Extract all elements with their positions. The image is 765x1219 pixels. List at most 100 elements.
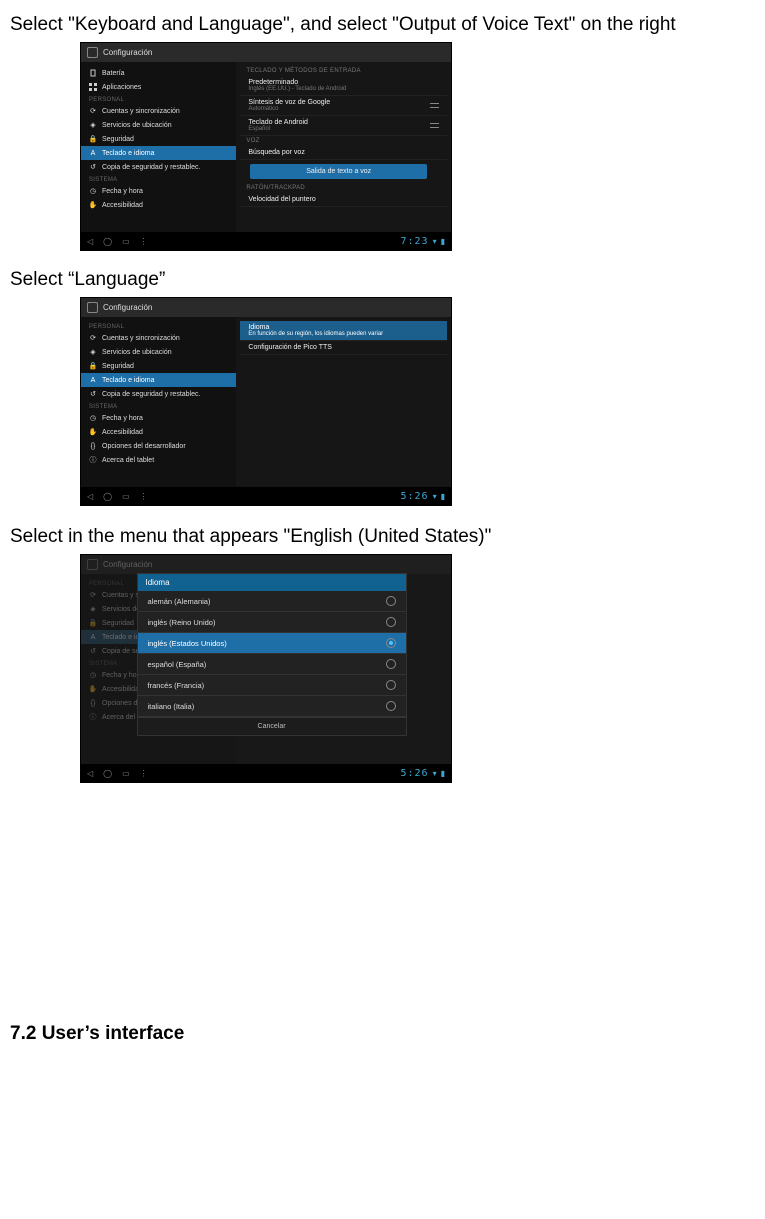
setting-label: Síntesis de voz de Google <box>248 99 330 106</box>
setting-tts-output[interactable]: Salida de texto a voz <box>250 164 427 179</box>
sidebar-item-about[interactable]: ⓘAcerca del tablet <box>81 453 236 467</box>
battery-status-icon: ▮ <box>441 492 445 501</box>
window-titlebar: Configuración <box>81 43 451 62</box>
sliders-icon[interactable] <box>430 121 439 130</box>
window-titlebar: Configuración <box>81 555 451 574</box>
radio-icon <box>386 701 396 711</box>
setting-pico-tts[interactable]: Configuración de Pico TTS <box>240 341 447 355</box>
menu-icon[interactable]: ⋮ <box>140 237 148 246</box>
sidebar-item-location[interactable]: ◈ Servicios de ubicación <box>81 118 236 132</box>
settings-icon <box>87 559 98 570</box>
back-icon[interactable]: ◁ <box>87 237 93 246</box>
recent-icon[interactable]: ▭ <box>122 492 130 501</box>
lock-icon: 🔒 <box>89 619 97 627</box>
clock-readout: 5:26 <box>400 768 428 779</box>
sidebar-item-developer[interactable]: {}Opciones del desarrollador <box>81 439 236 453</box>
language-option-german[interactable]: alemán (Alemania) <box>138 591 406 612</box>
language-option-english-us[interactable]: inglés (Estados Unidos) <box>138 633 406 654</box>
recent-icon[interactable]: ▭ <box>122 769 130 778</box>
setting-google-voice[interactable]: Síntesis de voz de Google Automático <box>240 96 447 116</box>
keyboard-icon: A <box>89 376 97 384</box>
setting-default-keyboard[interactable]: Predeterminado Inglés (EE.UU.) - Teclado… <box>240 76 447 96</box>
window-titlebar: Configuración <box>81 298 451 317</box>
setting-pointer-speed[interactable]: Velocidad del puntero <box>240 193 447 207</box>
language-option-french[interactable]: francés (Francia) <box>138 675 406 696</box>
sidebar-item-accessibility[interactable]: ✋Accesibilidad <box>81 425 236 439</box>
sidebar-item-security[interactable]: 🔒Seguridad <box>81 359 236 373</box>
sidebar-item-backup[interactable]: ↺ Copia de seguridad y restablec. <box>81 160 236 174</box>
sidebar-item-language[interactable]: ATeclado e idioma <box>81 373 236 387</box>
setting-label: Búsqueda por voz <box>248 149 304 156</box>
lock-icon: 🔒 <box>89 135 97 143</box>
window-title: Configuración <box>103 48 152 57</box>
dev-icon: {} <box>89 699 97 707</box>
home-icon[interactable]: ◯ <box>103 769 112 778</box>
setting-android-keyboard[interactable]: Teclado de Android Español <box>240 116 447 136</box>
sync-icon: ⟳ <box>89 107 97 115</box>
sidebar-category-system: SISTEMA <box>81 174 236 184</box>
hand-icon: ✋ <box>89 685 97 693</box>
sidebar-item-apps[interactable]: Aplicaciones <box>81 80 236 94</box>
setting-sublabel: Inglés (EE.UU.) - Teclado de Android <box>248 86 346 92</box>
option-label: español (España) <box>148 660 207 669</box>
language-option-english-uk[interactable]: inglés (Reino Unido) <box>138 612 406 633</box>
setting-sublabel: En función de su región, los idiomas pue… <box>248 331 383 337</box>
radio-icon <box>386 638 396 648</box>
back-icon[interactable]: ◁ <box>87 492 93 501</box>
dialog-title: Idioma <box>138 574 406 591</box>
sync-icon: ⟳ <box>89 591 97 599</box>
keyboard-icon: A <box>89 633 97 641</box>
sidebar-item-label: Teclado e idioma <box>102 150 155 157</box>
clock-readout: 5:26 <box>400 491 428 502</box>
section-heading: 7.2 User’s interface <box>10 1023 755 1045</box>
window-title: Configuración <box>103 303 152 312</box>
instruction-3: Select in the menu that appears "English… <box>10 526 755 548</box>
wifi-icon: ▾ <box>433 769 437 778</box>
sidebar-item-label: Fecha y hora <box>102 188 143 195</box>
setting-label: Configuración de Pico TTS <box>248 344 332 351</box>
backup-icon: ↺ <box>89 390 97 398</box>
sidebar-item-datetime[interactable]: ◷ Fecha y hora <box>81 184 236 198</box>
battery-icon <box>89 69 97 77</box>
info-icon: ⓘ <box>89 713 97 721</box>
radio-icon <box>386 680 396 690</box>
sidebar-item-accessibility[interactable]: ✋ Accesibilidad <box>81 198 236 212</box>
back-icon[interactable]: ◁ <box>87 769 93 778</box>
main-header-voice: VOZ <box>240 136 447 146</box>
wifi-icon: ▾ <box>433 492 437 501</box>
sidebar-item-label: Aplicaciones <box>102 84 141 91</box>
home-icon[interactable]: ◯ <box>103 237 112 246</box>
language-option-italian[interactable]: italiano (Italia) <box>138 696 406 717</box>
language-option-spanish[interactable]: español (España) <box>138 654 406 675</box>
sliders-icon[interactable] <box>430 101 439 110</box>
sidebar-item-security[interactable]: 🔒 Seguridad <box>81 132 236 146</box>
hand-icon: ✋ <box>89 201 97 209</box>
dialog-cancel-button[interactable]: Cancelar <box>138 717 406 735</box>
main-header-mouse: RATÓN/TRACKPAD <box>240 183 447 193</box>
settings-main: TECLADO Y MÉTODOS DE ENTRADA Predetermin… <box>236 62 451 232</box>
setting-label: Predeterminado <box>248 79 298 86</box>
sidebar-item-location[interactable]: ◈Servicios de ubicación <box>81 345 236 359</box>
menu-icon[interactable]: ⋮ <box>140 769 148 778</box>
instruction-1: Select "Keyboard and Language", and sele… <box>10 14 755 36</box>
setting-label: Salida de texto a voz <box>306 168 371 175</box>
clock-icon: ◷ <box>89 187 97 195</box>
settings-sidebar: Batería Aplicaciones PERSONAL ⟳ Cuentas … <box>81 62 236 232</box>
setting-sublabel: Automático <box>248 106 330 112</box>
home-icon[interactable]: ◯ <box>103 492 112 501</box>
sidebar-item-datetime[interactable]: ◷Fecha y hora <box>81 411 236 425</box>
system-navbar: ◁ ◯ ▭ ⋮ 5:26 ▾ ▮ <box>81 487 451 505</box>
setting-voice-search[interactable]: Búsqueda por voz <box>240 146 447 160</box>
recent-icon[interactable]: ▭ <box>122 237 130 246</box>
menu-icon[interactable]: ⋮ <box>140 492 148 501</box>
sidebar-item-battery[interactable]: Batería <box>81 66 236 80</box>
sidebar-item-accounts[interactable]: ⟳Cuentas y sincronización <box>81 331 236 345</box>
setting-sublabel: Español <box>248 126 308 132</box>
sync-icon: ⟳ <box>89 334 97 342</box>
sidebar-item-language[interactable]: A Teclado e idioma <box>81 146 236 160</box>
setting-language[interactable]: Idioma En función de su región, los idio… <box>240 321 447 341</box>
lock-icon: 🔒 <box>89 362 97 370</box>
sidebar-item-accounts[interactable]: ⟳ Cuentas y sincronización <box>81 104 236 118</box>
sidebar-item-backup[interactable]: ↺Copia de seguridad y restablec. <box>81 387 236 401</box>
option-label: alemán (Alemania) <box>148 597 211 606</box>
